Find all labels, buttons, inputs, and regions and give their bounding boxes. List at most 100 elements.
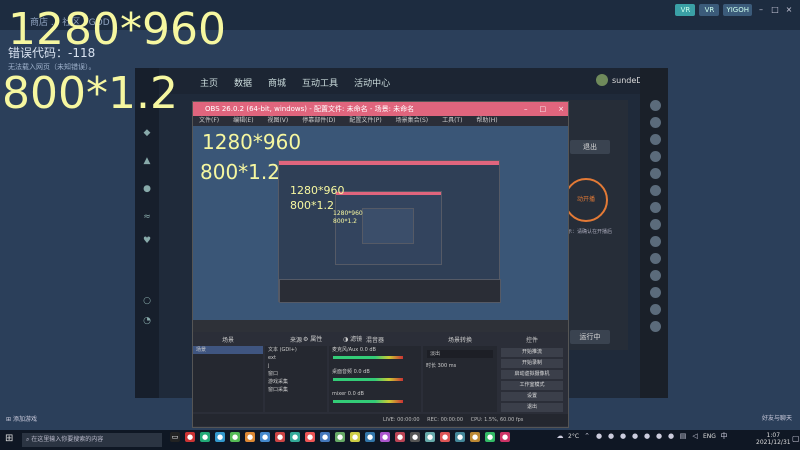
search-icon[interactable]: ○: [142, 296, 152, 306]
tab-home[interactable]: 主页: [200, 76, 218, 89]
app-icon[interactable]: ●: [200, 432, 210, 442]
app-icon[interactable]: ●: [500, 432, 510, 442]
avatar[interactable]: [650, 100, 661, 111]
menu-edit[interactable]: 编辑(E): [233, 117, 253, 124]
app-icon[interactable]: ●: [485, 432, 495, 442]
obs-preview[interactable]: [193, 126, 568, 332]
tray-icon[interactable]: ●: [631, 432, 639, 440]
ime-icon[interactable]: 中: [720, 432, 728, 440]
app-icon[interactable]: ●: [470, 432, 480, 442]
avatar[interactable]: [650, 236, 661, 247]
menu-help[interactable]: 帮助(H): [476, 117, 497, 124]
auto-live-button[interactable]: 动开播: [564, 178, 608, 222]
tab-store[interactable]: 商城: [268, 76, 286, 89]
list-item[interactable]: ext: [265, 354, 327, 362]
app-icon[interactable]: ●: [305, 432, 315, 442]
tray-icon[interactable]: ●: [667, 432, 675, 440]
menu-view[interactable]: 视图(V): [267, 117, 288, 124]
maximize-icon[interactable]: □: [540, 102, 547, 116]
app-icon[interactable]: ●: [290, 432, 300, 442]
network-icon[interactable]: ▤: [679, 432, 687, 440]
tab-data[interactable]: 数据: [234, 76, 252, 89]
app-icon[interactable]: ●: [425, 432, 435, 442]
volume-icon[interactable]: ◁: [691, 432, 699, 440]
exit-button[interactable]: 退出: [501, 403, 563, 412]
friends-chat-label[interactable]: 好友与聊天: [762, 413, 792, 422]
tray-icon[interactable]: ●: [655, 432, 663, 440]
menu-profile[interactable]: 配置文件(P): [349, 117, 381, 124]
minimize-icon[interactable]: –: [756, 5, 766, 15]
studio-mode-button[interactable]: 工作室模式: [501, 381, 563, 390]
taskbar-search-input[interactable]: ⌕ 在这里输入你要搜索的内容: [22, 433, 162, 447]
start-streaming-button[interactable]: 开始推流: [501, 348, 563, 357]
avatar[interactable]: [650, 287, 661, 298]
avatar[interactable]: [650, 151, 661, 162]
app-icon[interactable]: ●: [335, 432, 345, 442]
close-icon[interactable]: ×: [784, 5, 794, 15]
app-icon[interactable]: ●: [185, 432, 195, 442]
app-icon[interactable]: ●: [320, 432, 330, 442]
avatar[interactable]: [650, 270, 661, 281]
tray-icon[interactable]: ●: [607, 432, 615, 440]
minimize-icon[interactable]: –: [524, 102, 528, 116]
app-icon[interactable]: ●: [350, 432, 360, 442]
list-item[interactable]: 游戏采集: [265, 378, 327, 386]
tab-activity[interactable]: 活动中心: [354, 76, 390, 89]
avatar[interactable]: [650, 219, 661, 230]
avatar[interactable]: [650, 321, 661, 332]
avatar[interactable]: [650, 253, 661, 264]
app-icon[interactable]: ●: [215, 432, 225, 442]
virtual-camera-button[interactable]: 启动虚拟摄像机: [501, 370, 563, 379]
transition-select[interactable]: 淡出: [427, 350, 493, 358]
list-item[interactable]: 窗口采集: [265, 386, 327, 394]
home-icon[interactable]: ◆: [142, 128, 152, 138]
start-recording-button[interactable]: 开始录制: [501, 359, 563, 368]
weather-icon[interactable]: ☁: [556, 432, 564, 440]
user-chip[interactable]: YIGOH: [723, 4, 752, 16]
app-icon[interactable]: ●: [455, 432, 465, 442]
exit-button[interactable]: 退出: [570, 140, 610, 154]
data-icon[interactable]: ▲: [142, 156, 152, 166]
list-item[interactable]: 场景: [193, 346, 263, 354]
notification-icon[interactable]: ▢: [792, 434, 800, 446]
list-item[interactable]: 窗口: [265, 370, 327, 378]
list-item[interactable]: j: [265, 362, 327, 370]
clock-icon[interactable]: ◔: [142, 316, 152, 326]
tray-icon[interactable]: ●: [619, 432, 627, 440]
vr-chip-2[interactable]: VR: [699, 4, 720, 16]
settings-button[interactable]: 设置: [501, 392, 563, 401]
avatar[interactable]: [650, 117, 661, 128]
tray-icon[interactable]: ●: [643, 432, 651, 440]
avatar[interactable]: [650, 185, 661, 196]
running-button[interactable]: 运行中: [570, 330, 610, 344]
avatar[interactable]: [650, 134, 661, 145]
vr-chip-1[interactable]: VR: [675, 4, 696, 16]
app-icon[interactable]: ●: [260, 432, 270, 442]
duration-input[interactable]: 300 ms: [438, 363, 457, 369]
windows-start-icon[interactable]: ⊞: [5, 434, 15, 444]
list-item[interactable]: 文本 (GDI+): [265, 346, 327, 354]
app-icon[interactable]: ●: [275, 432, 285, 442]
taskbar-clock[interactable]: 1:07 2021/12/31: [756, 432, 791, 446]
app-icon[interactable]: ●: [230, 432, 240, 442]
avatar[interactable]: [650, 202, 661, 213]
menu-tools[interactable]: 工具(T): [442, 117, 462, 124]
avatar[interactable]: [650, 168, 661, 179]
app-icon[interactable]: ●: [440, 432, 450, 442]
menu-docks[interactable]: 停靠部件(D): [302, 117, 335, 124]
avatar[interactable]: [650, 304, 661, 315]
maximize-icon[interactable]: □: [770, 5, 780, 15]
tab-interact[interactable]: 互动工具: [302, 76, 338, 89]
menu-scene-collection[interactable]: 场景集合(S): [396, 117, 429, 124]
close-icon[interactable]: ×: [558, 102, 564, 116]
input-language[interactable]: ENG: [703, 433, 716, 440]
app-icon[interactable]: ●: [245, 432, 255, 442]
chevron-up-icon[interactable]: ⌃: [583, 432, 591, 440]
app-icon[interactable]: ●: [410, 432, 420, 442]
tray-icon[interactable]: ●: [595, 432, 603, 440]
app-icon[interactable]: ●: [380, 432, 390, 442]
heart-icon[interactable]: ♥: [142, 236, 152, 246]
store-icon[interactable]: ●: [142, 184, 152, 194]
wifi-icon[interactable]: ≈: [142, 212, 152, 222]
add-game-button[interactable]: ⊞ 添加游戏: [6, 414, 37, 423]
